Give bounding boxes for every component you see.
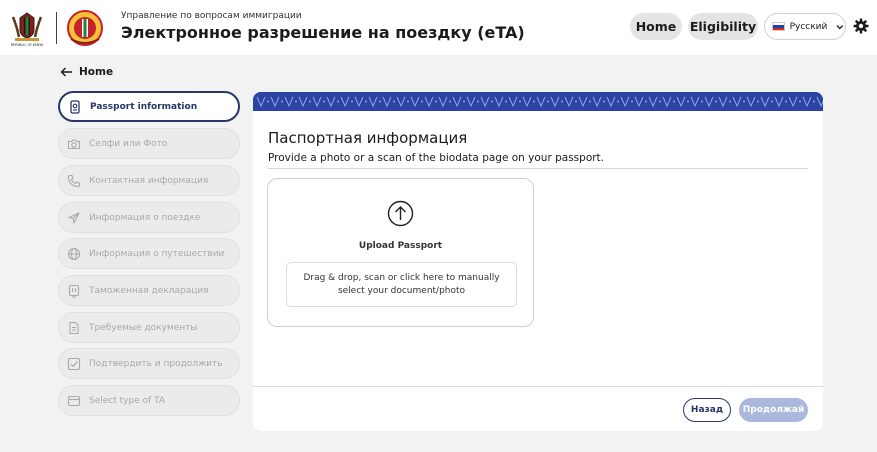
camera-icon bbox=[67, 138, 81, 149]
globe-icon bbox=[67, 247, 81, 260]
home-button[interactable]: Home bbox=[630, 13, 682, 40]
phone-icon bbox=[67, 174, 81, 187]
card-icon bbox=[67, 395, 81, 406]
sidebar-item-label: Информация о поездке bbox=[89, 212, 201, 223]
sidebar-item-customs-declaration[interactable]: Таможенная декларация bbox=[58, 275, 240, 306]
logo-divider bbox=[56, 12, 57, 44]
sidebar-item-label: Информация о путешествии bbox=[89, 248, 225, 259]
back-to-home-link[interactable]: Home bbox=[60, 66, 113, 78]
sidebar-item-label: Passport information bbox=[90, 101, 198, 112]
upload-arrow-icon bbox=[387, 200, 414, 227]
sidebar-item-label: Селфи или Фото bbox=[89, 138, 168, 149]
passport-upload-area[interactable]: Upload Passport Drag & drop, scan or cli… bbox=[267, 178, 534, 327]
sidebar-item-passport-information[interactable]: Passport information bbox=[58, 91, 240, 122]
drop-zone[interactable]: Drag & drop, scan or click here to manua… bbox=[286, 262, 517, 307]
sidebar-item-trip-information[interactable]: Информация о поездке bbox=[58, 202, 240, 233]
page-title: Электронное разрешение на поездку (eTA) bbox=[121, 23, 525, 42]
sidebar-item-label: Требуемые документы bbox=[89, 322, 198, 333]
sidebar-item-label: Контактная информация bbox=[89, 175, 209, 186]
title-divider bbox=[268, 168, 808, 169]
language-selector[interactable]: Русский bbox=[764, 13, 846, 40]
eligibility-button[interactable]: Eligibility bbox=[688, 13, 758, 40]
kenya-coat-of-arms-logo: REPUBLIC OF KENYA bbox=[11, 12, 44, 47]
sidebar-item-required-documents[interactable]: Требуемые документы bbox=[58, 312, 240, 343]
gear-icon[interactable] bbox=[853, 18, 869, 34]
checkbox-icon bbox=[67, 357, 81, 370]
sidebar-item-travel-information[interactable]: Информация о путешествии bbox=[58, 238, 240, 269]
sidebar-item-confirm-and-continue[interactable]: Подтвердить и продолжить bbox=[58, 348, 240, 379]
back-button[interactable]: Назад bbox=[683, 398, 731, 422]
decorative-banner bbox=[253, 92, 823, 111]
section-title: Паспортная информация bbox=[268, 129, 468, 147]
sidebar-item-contact-information[interactable]: Контактная информация bbox=[58, 165, 240, 196]
footer-divider bbox=[253, 386, 823, 387]
arrow-left-icon bbox=[60, 67, 72, 77]
header-subtitle: Управление по вопросам иммиграции bbox=[121, 11, 302, 21]
sidebar-item-selfie[interactable]: Селфи или Фото bbox=[58, 128, 240, 159]
documents-icon bbox=[69, 321, 79, 334]
passport-icon bbox=[70, 99, 80, 114]
section-description: Provide a photo or a scan of the biodata… bbox=[268, 152, 605, 164]
upload-passport-label: Upload Passport bbox=[358, 241, 443, 251]
header: REPUBLIC OF KENYA Управление по вопросам… bbox=[0, 0, 877, 55]
continue-button[interactable]: Продолжай bbox=[739, 398, 808, 422]
immigration-emblem-logo bbox=[67, 10, 103, 46]
back-link-label: Home bbox=[79, 66, 114, 78]
passport-form-card: Паспортная информация Provide a photo or… bbox=[253, 92, 823, 431]
sidebar-item-label: Таможенная декларация bbox=[89, 285, 209, 296]
chevron-down-icon bbox=[836, 24, 844, 29]
airplane-icon bbox=[68, 211, 80, 224]
language-label: Русский bbox=[789, 21, 828, 32]
sidebar-item-label: Select type of TA bbox=[89, 395, 166, 406]
sidebar-item-select-ta-type[interactable]: Select type of TA bbox=[58, 385, 240, 416]
customs-icon bbox=[68, 284, 80, 298]
russia-flag-icon bbox=[772, 22, 785, 31]
coat-of-arms-text: REPUBLIC OF KENYA bbox=[11, 43, 44, 47]
sidebar-item-label: Подтвердить и продолжить bbox=[89, 358, 223, 369]
